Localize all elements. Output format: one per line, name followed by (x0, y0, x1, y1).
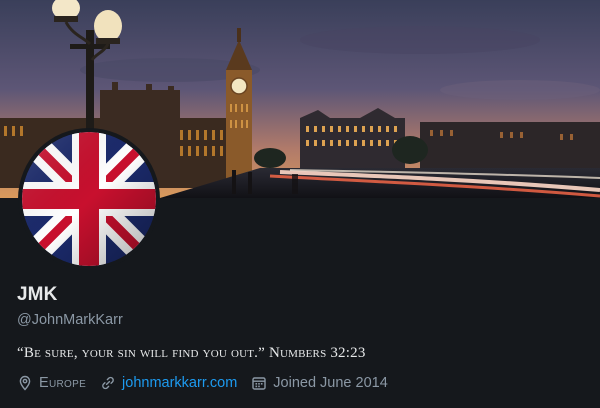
map-pin-icon (19, 375, 31, 391)
profile-header: JMK @JohnMarkKarr (17, 284, 590, 328)
calendar-icon (252, 377, 266, 390)
joined-item: Joined June 2014 (251, 375, 388, 391)
profile-name: JMK (17, 284, 58, 305)
profile-bio: “Be sure, your sin will find you out.” N… (17, 345, 366, 361)
website-link[interactable]: johnmarkkarr.com (122, 375, 237, 391)
location-item: Europe (17, 375, 86, 391)
union-jack-flag-icon (22, 132, 156, 266)
website-item[interactable]: johnmarkkarr.com (100, 375, 237, 391)
profile-handle: @JohnMarkKarr (17, 312, 123, 328)
joined-text: Joined June 2014 (273, 375, 388, 391)
link-icon (102, 376, 114, 390)
profile-avatar[interactable] (18, 128, 160, 270)
profile-meta: Europe johnmarkkarr.com Joined June 2014 (17, 375, 402, 391)
location-text: Europe (39, 375, 87, 391)
